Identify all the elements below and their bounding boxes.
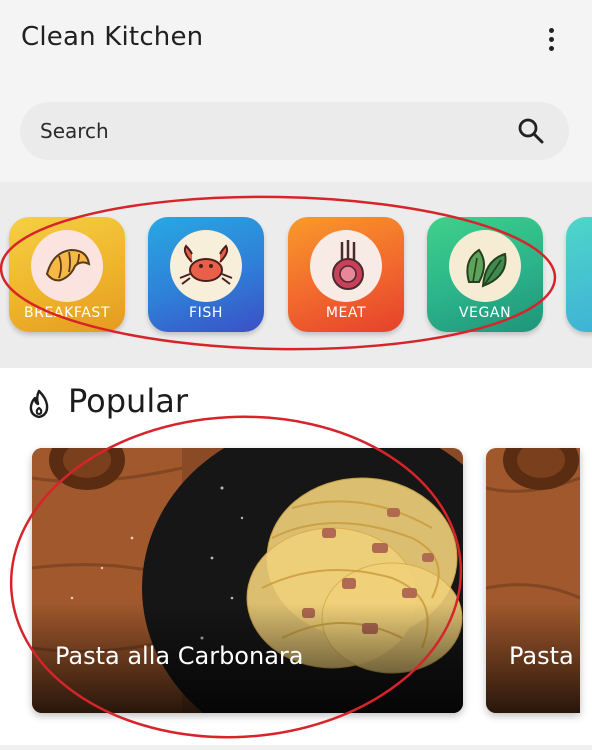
- category-label: BREAKFAST: [23, 305, 111, 321]
- recipe-card[interactable]: Pasta alla Carbonara: [32, 448, 463, 713]
- search-input[interactable]: Search: [20, 102, 569, 160]
- app-title: Clean Kitchen: [21, 22, 204, 52]
- category-label: MEAT: [325, 305, 367, 321]
- category-next-partial[interactable]: [566, 217, 592, 332]
- leaf-icon: [466, 248, 507, 288]
- category-carousel[interactable]: BREAKFAST FISH MEAT VEGAN: [0, 182, 592, 368]
- lamb-chop-icon: [332, 240, 364, 290]
- search-placeholder: Search: [40, 119, 109, 143]
- more-vert-icon[interactable]: [534, 22, 568, 56]
- recipe-card[interactable]: Pasta: [486, 448, 580, 713]
- category-vegan[interactable]: VEGAN: [427, 217, 543, 332]
- category-label: FISH: [189, 305, 223, 321]
- croissant-icon: [45, 248, 91, 282]
- search-icon[interactable]: [516, 116, 546, 146]
- section-title: Popular: [68, 382, 188, 420]
- app-bar: Clean Kitchen Search: [0, 0, 592, 182]
- recipe-title: Pasta: [509, 642, 574, 670]
- category-fish[interactable]: FISH: [148, 217, 264, 332]
- flame-icon: [29, 389, 49, 419]
- category-breakfast[interactable]: BREAKFAST: [9, 217, 125, 332]
- recipe-title: Pasta alla Carbonara: [55, 642, 304, 670]
- category-meat[interactable]: MEAT: [288, 217, 404, 332]
- category-label: VEGAN: [458, 305, 512, 321]
- crab-icon: [179, 244, 233, 285]
